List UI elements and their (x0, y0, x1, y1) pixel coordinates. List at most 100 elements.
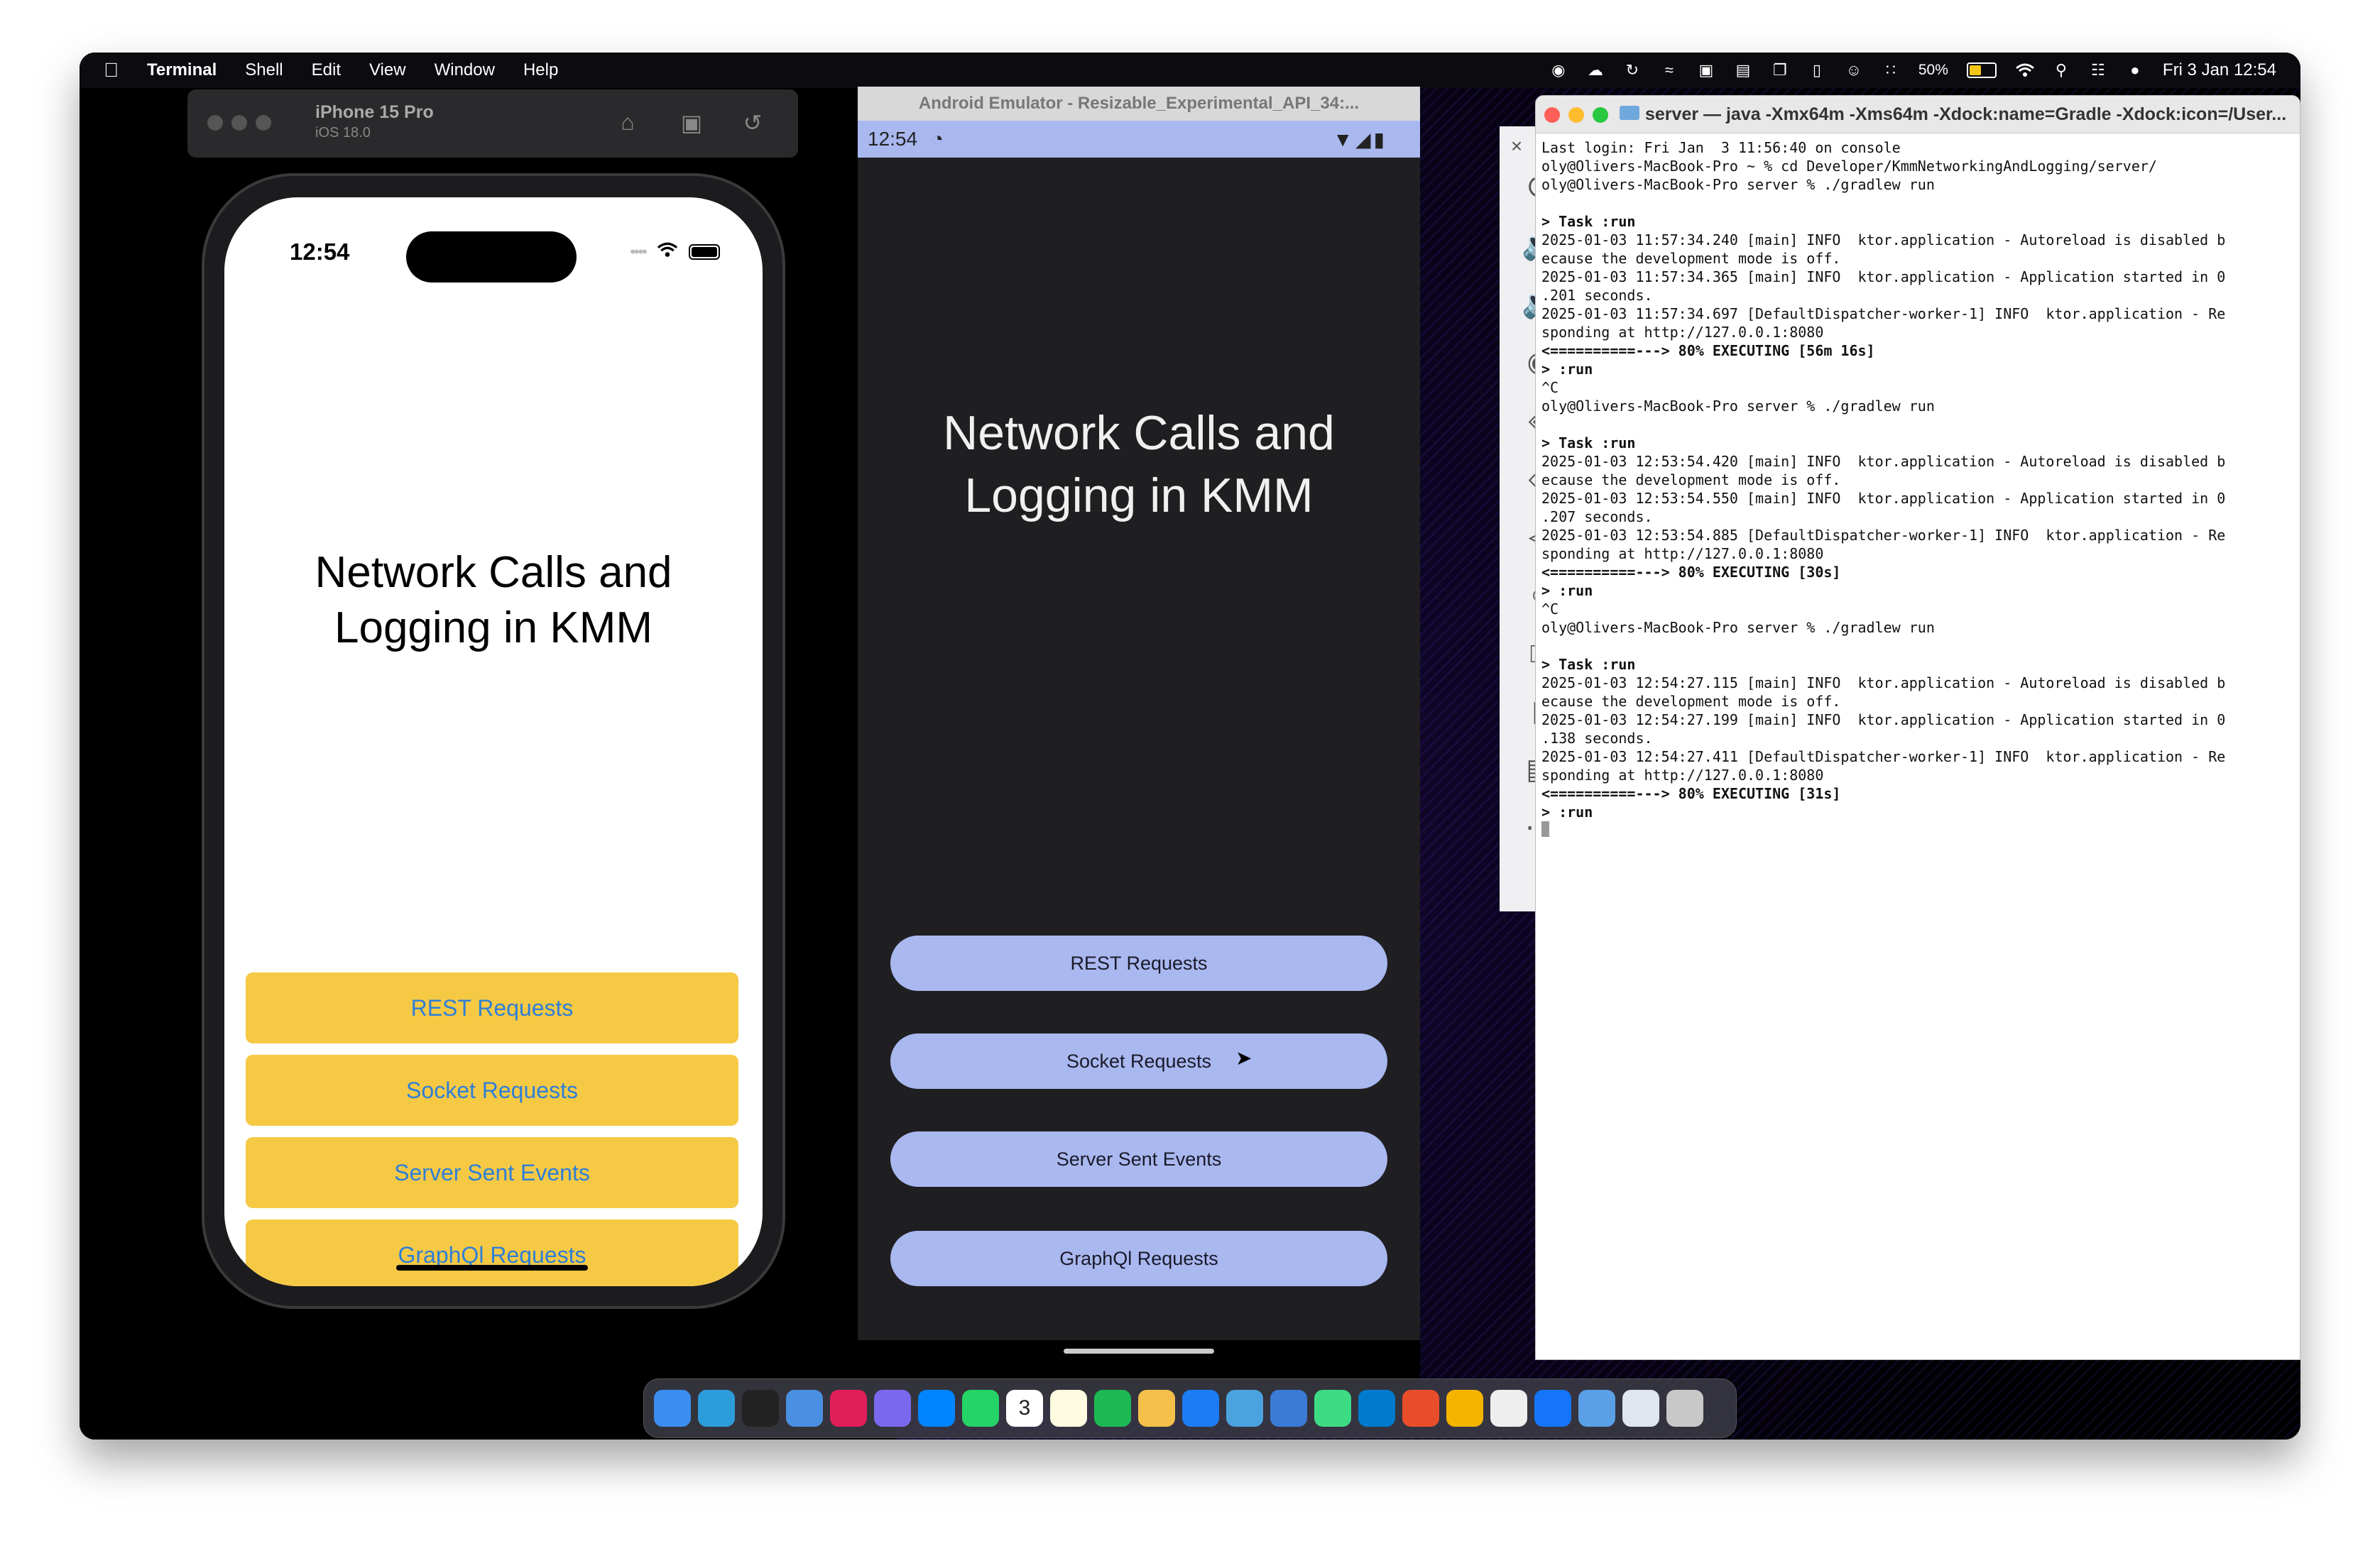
calendar-icon[interactable]: 3 (1006, 1390, 1043, 1427)
desktop:  Terminal Shell Edit View Window Help ◉… (80, 53, 2300, 1440)
ios-rest-requests-button[interactable]: REST Requests (246, 972, 738, 1043)
menu-help[interactable]: Help (523, 60, 558, 80)
slack-icon[interactable] (830, 1390, 867, 1427)
trash-icon[interactable] (1666, 1390, 1703, 1427)
android-gesture-bar[interactable] (1064, 1349, 1214, 1354)
terminal-cursor (1541, 821, 1549, 837)
terminal-line: sponding at http://127.0.0.1:8080 (1541, 324, 1824, 341)
terminal-line: 2025-01-03 11:57:34.240 [main] INFO ktor… (1541, 231, 2226, 248)
android-studio-icon[interactable] (1314, 1390, 1351, 1427)
terminal-titlebar: server — java -Xmx64m -Xms64m -Xdock:nam… (1536, 96, 2300, 133)
ios-server-sent-events-button[interactable]: Server Sent Events (246, 1137, 738, 1208)
ios-graphql-requests-button[interactable]: GraphQl Requests (246, 1219, 738, 1286)
control-center-icon[interactable]: ☷ (2089, 62, 2107, 78)
terminal-line: <==========---> 80% EXECUTING [56m 16s] (1541, 342, 1875, 359)
menu-window[interactable]: Window (435, 60, 495, 80)
activity-icon[interactable]: ≈ (1660, 62, 1678, 78)
simulator-os-version: iOS 18.0 (315, 125, 371, 141)
terminal-line: ecause the development mode is off. (1541, 250, 1841, 267)
terminal-line: ecause the development mode is off. (1541, 471, 1841, 488)
emulator-close-icon[interactable]: × (1502, 126, 1531, 166)
device-icon[interactable]: ▯ (1808, 62, 1826, 78)
messenger-icon[interactable] (918, 1390, 955, 1427)
apple-menu-icon[interactable]:  (104, 59, 119, 82)
window-minimize-button[interactable] (231, 115, 247, 131)
terminal-line: .138 seconds. (1541, 730, 1653, 747)
preview-icon[interactable] (1226, 1390, 1263, 1427)
windows-icon[interactable]: ❐ (1771, 62, 1789, 78)
rotate-icon[interactable]: ↺ (738, 109, 767, 138)
spotify-icon[interactable] (1094, 1390, 1131, 1427)
finder-icon[interactable] (654, 1390, 691, 1427)
mouse-cursor-icon: ➤ (1235, 1047, 1252, 1069)
textedit-icon[interactable] (1490, 1390, 1527, 1427)
android-window-title[interactable]: Android Emulator - Resizable_Experimenta… (858, 87, 1420, 121)
terminal-line: > Task :run (1541, 213, 1636, 230)
terminal-close-button[interactable] (1544, 107, 1560, 123)
notes-icon[interactable] (1050, 1390, 1087, 1427)
menu-app-name[interactable]: Terminal (147, 60, 217, 80)
android-server-sent-events-button[interactable]: Server Sent Events (890, 1131, 1387, 1187)
menu-clock[interactable]: Fri 3 Jan 12:54 (2163, 60, 2276, 80)
terminal-output[interactable]: Last login: Fri Jan 3 11:56:40 on consol… (1541, 138, 2287, 837)
appstore-icon[interactable] (1182, 1390, 1219, 1427)
android-rest-requests-button[interactable]: REST Requests (890, 936, 1387, 991)
ios-status-time: 12:54 (290, 239, 350, 265)
sync-icon[interactable]: ↻ (1623, 62, 1642, 78)
simulator-device-name: iPhone 15 Pro (315, 102, 434, 122)
chrome-icon[interactable] (1446, 1390, 1483, 1427)
ios-socket-requests-button[interactable]: Socket Requests (246, 1055, 738, 1126)
search-icon[interactable]: ⚲ (2052, 62, 2070, 78)
whatsapp-icon[interactable] (962, 1390, 999, 1427)
terminal-line: oly@Olivers-MacBook-Pro server % ./gradl… (1541, 398, 1935, 415)
dynamic-island (406, 231, 577, 283)
terminal-line: > :run (1541, 582, 1593, 599)
terminal-line: ^C (1541, 601, 1559, 618)
window-zoom-button[interactable] (256, 115, 271, 131)
mail-icon[interactable] (786, 1390, 823, 1427)
record-icon[interactable]: ◉ (1549, 62, 1568, 78)
siri-icon[interactable]: ● (2126, 62, 2144, 78)
terminal-line: oly@Olivers-MacBook-Pro ~ % cd Developer… (1541, 158, 2157, 175)
xcode-icon[interactable] (1534, 1390, 1571, 1427)
cloud-icon[interactable]: ☁ (1586, 62, 1605, 78)
terminal-line: <==========---> 80% EXECUTING [31s] (1541, 785, 1841, 802)
battery-icon[interactable] (1966, 62, 1997, 78)
terminal-line: sponding at http://127.0.0.1:8080 (1541, 545, 1824, 562)
screen-sharing-icon[interactable] (1270, 1390, 1307, 1427)
bluetooth-icon[interactable]: ∷ (1882, 62, 1900, 78)
home-icon[interactable]: ⌂ (613, 109, 642, 138)
terminal-minimize-button[interactable] (1568, 107, 1584, 123)
hand-icon[interactable] (1138, 1390, 1175, 1427)
finder-window-icon[interactable] (1622, 1390, 1659, 1427)
iphone-frame: 12:54 •••• Network Calls and Logging in … (202, 173, 785, 1309)
ios-status-icons: •••• (630, 241, 720, 262)
status-area: ◉ ☁ ↻ ≈ ▣ ▤ ❐ ▯ ☺ ∷ 50% ⚲ ☷ ● Fri 3 Jan … (1549, 53, 2276, 88)
folder-icon[interactable] (1578, 1390, 1615, 1427)
menu-shell[interactable]: Shell (245, 60, 283, 80)
android-status-time: 12:54 (868, 128, 918, 150)
simulator-toolbar: iPhone 15 Pro iOS 18.0 ⌂ ▣ ↺ (187, 89, 798, 158)
safari-icon[interactable] (698, 1390, 735, 1427)
android-graphql-requests-button[interactable]: GraphQl Requests (890, 1231, 1387, 1286)
wifi-icon[interactable] (2015, 62, 2034, 78)
clipboard-icon[interactable]: ▤ (1734, 62, 1752, 78)
ios-home-indicator[interactable] (396, 1265, 588, 1271)
clickup-icon[interactable] (874, 1390, 911, 1427)
menu-view[interactable]: View (369, 60, 406, 80)
android-socket-requests-button[interactable]: Socket Requests (890, 1034, 1387, 1089)
screenshot-icon[interactable]: ▣ (677, 109, 706, 138)
android-title-line-2: Logging in KMM (964, 468, 1314, 522)
vscode-icon[interactable] (1358, 1390, 1395, 1427)
terminal-icon[interactable] (742, 1390, 779, 1427)
window-close-button[interactable] (207, 115, 223, 131)
terminal-line: Last login: Fri Jan 3 11:56:40 on consol… (1541, 139, 1901, 156)
android-screen: Network Calls and Logging in KMM REST Re… (858, 158, 1420, 1340)
fig-icon[interactable] (1402, 1390, 1439, 1427)
cube-icon[interactable]: ▣ (1697, 62, 1715, 78)
user-icon[interactable]: ☺ (1845, 62, 1863, 78)
menu-edit[interactable]: Edit (312, 60, 341, 80)
terminal-zoom-button[interactable] (1593, 107, 1608, 123)
terminal-line: 2025-01-03 11:57:34.365 [main] INFO ktor… (1541, 268, 2226, 285)
terminal-line: oly@Olivers-MacBook-Pro server % ./gradl… (1541, 176, 1935, 193)
